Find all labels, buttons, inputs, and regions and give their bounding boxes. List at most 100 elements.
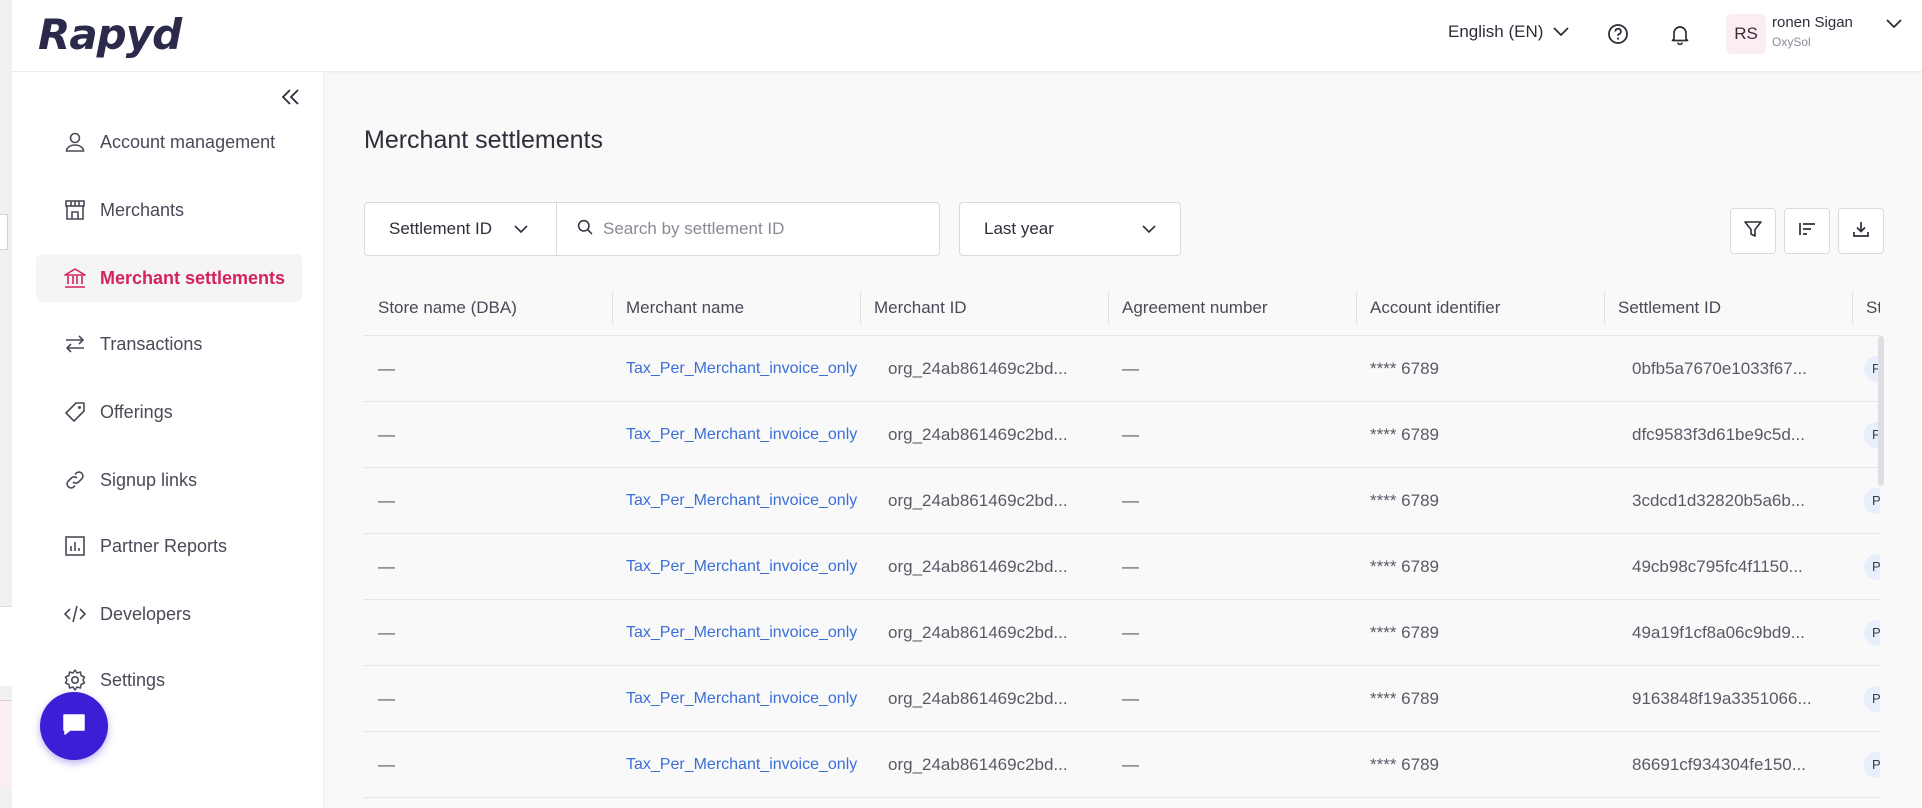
sidebar-item-account-management[interactable]: Account management	[36, 118, 302, 166]
table-row[interactable]: — Tax_Per_Merchant_invoice_only org_24ab…	[364, 534, 1880, 600]
status-badge: P	[1864, 553, 1880, 580]
avatar[interactable]: RS	[1726, 14, 1766, 54]
account-identifier-cell: **** 6789	[1370, 424, 1440, 444]
sidebar-item-offerings[interactable]: Offerings	[36, 388, 302, 436]
sidebar-item-label: Developers	[100, 603, 192, 624]
table-row[interactable]: — Tax_Per_Merchant_invoice_only org_24ab…	[364, 402, 1880, 468]
collapse-sidebar-icon[interactable]	[278, 84, 304, 110]
status-cell: P	[1852, 619, 1880, 646]
merchant-name-link[interactable]: Tax_Per_Merchant_invoice_only	[612, 558, 860, 576]
sidebar-item-label: Merchant settlements	[100, 267, 286, 288]
settlement-id-cell: 3cdcd1d32820b5a6b...	[1632, 490, 1805, 510]
column-header[interactable]: Store name (DBA)	[364, 280, 612, 336]
column-header[interactable]: Account identifier	[1356, 280, 1604, 336]
column-header[interactable]: Settlement ID	[1604, 280, 1852, 336]
settlement-id-cell: dfc9583f3d61be9c5d...	[1632, 424, 1805, 444]
sidebar-item-merchants[interactable]: Merchants	[36, 186, 302, 234]
store-name-cell: —	[378, 556, 395, 576]
store-name-cell: —	[378, 358, 395, 378]
sidebar-item-signup-links[interactable]: Signup links	[36, 456, 302, 504]
user-name[interactable]: ronen Sigan	[1772, 14, 1853, 31]
page-title: Merchant settlements	[364, 126, 603, 154]
download-icon	[1851, 219, 1871, 244]
settlement-id-cell: 49cb98c795fc4f1150...	[1632, 556, 1803, 576]
chevron-down-icon	[1553, 22, 1570, 42]
merchant-name-link[interactable]: Tax_Per_Merchant_invoice_only	[612, 756, 860, 774]
search-input-wrapper	[557, 203, 939, 255]
language-selector[interactable]: English (EN)	[1448, 22, 1570, 42]
table-header: Store name (DBA) Merchant name Merchant …	[364, 280, 1880, 336]
filter-button[interactable]	[1730, 208, 1776, 254]
merchant-id-cell: org_24ab861469c2bd...	[888, 424, 1068, 444]
search-field-label: Settlement ID	[389, 219, 492, 238]
chevron-down-icon[interactable]	[1886, 16, 1902, 34]
background-fragment	[0, 214, 8, 250]
chart-icon	[62, 533, 88, 559]
chat-button[interactable]	[40, 692, 108, 760]
table-row[interactable]: — Tax_Per_Merchant_invoice_only org_24ab…	[364, 336, 1880, 402]
agreement-number-cell: —	[1122, 556, 1139, 576]
merchant-name-link[interactable]: Tax_Per_Merchant_invoice_only	[612, 360, 860, 378]
sidebar-item-developers[interactable]: Developers	[36, 590, 302, 638]
status-cell: P	[1852, 685, 1880, 712]
bank-icon	[62, 265, 88, 291]
column-header[interactable]: Agreement number	[1108, 280, 1356, 336]
agreement-number-cell: —	[1122, 754, 1139, 774]
sidebar-item-merchant-settlements[interactable]: Merchant settlements	[36, 254, 302, 302]
settlements-table: Store name (DBA) Merchant name Merchant …	[364, 280, 1880, 808]
gear-icon	[62, 667, 88, 693]
user-org: OxySol	[1772, 35, 1811, 49]
merchant-name-link[interactable]: Tax_Per_Merchant_invoice_only	[612, 426, 860, 444]
column-header[interactable]: Sta	[1852, 280, 1880, 336]
chevron-down-icon	[514, 219, 528, 239]
table-row[interactable]: — Tax_Per_Merchant_invoice_only org_24ab…	[364, 468, 1880, 534]
status-cell: P	[1852, 487, 1880, 514]
sidebar-item-label: Offerings	[100, 401, 173, 422]
merchant-name-link[interactable]: Tax_Per_Merchant_invoice_only	[612, 624, 860, 642]
store-icon	[62, 197, 88, 223]
chat-icon	[60, 710, 88, 743]
table-scrollbar[interactable]	[1878, 336, 1884, 486]
merchant-name-link[interactable]: Tax_Per_Merchant_invoice_only	[612, 690, 860, 708]
table-row[interactable]: — Tax_Per_Merchant_invoice_only org_24ab…	[364, 666, 1880, 732]
date-range-label: Last year	[984, 219, 1054, 238]
sort-icon	[1797, 219, 1817, 244]
sidebar-item-transactions[interactable]: Transactions	[36, 320, 302, 368]
status-badge: P	[1864, 487, 1880, 514]
table-body: — Tax_Per_Merchant_invoice_only org_24ab…	[364, 336, 1880, 798]
link-icon	[62, 467, 88, 493]
account-identifier-cell: **** 6789	[1370, 754, 1440, 774]
store-name-cell: —	[378, 688, 395, 708]
table-row[interactable]: — Tax_Per_Merchant_invoice_only org_24ab…	[364, 600, 1880, 666]
rapyd-logo[interactable]: Rapyd	[38, 10, 182, 59]
date-range-select[interactable]: Last year	[959, 202, 1181, 256]
agreement-number-cell: —	[1122, 622, 1139, 642]
merchant-id-cell: org_24ab861469c2bd...	[888, 358, 1068, 378]
search-bar: Settlement ID	[364, 202, 940, 256]
help-icon[interactable]	[1604, 20, 1632, 48]
search-field-select[interactable]: Settlement ID	[365, 203, 557, 255]
search-input[interactable]	[603, 219, 923, 239]
sort-button[interactable]	[1784, 208, 1830, 254]
settlement-id-cell: 86691cf934304fe150...	[1632, 754, 1806, 774]
column-header[interactable]: Merchant ID	[860, 280, 1108, 336]
store-name-cell: —	[378, 622, 395, 642]
merchant-id-cell: org_24ab861469c2bd...	[888, 490, 1068, 510]
agreement-number-cell: —	[1122, 424, 1139, 444]
sidebar-item-partner-reports[interactable]: Partner Reports	[36, 522, 302, 570]
download-button[interactable]	[1838, 208, 1884, 254]
status-cell: P	[1852, 355, 1880, 382]
sidebar-item-label: Partner Reports	[100, 535, 228, 556]
store-name-cell: —	[378, 490, 395, 510]
column-header[interactable]: Merchant name	[612, 280, 860, 336]
bell-icon[interactable]	[1666, 20, 1694, 48]
merchant-id-cell: org_24ab861469c2bd...	[888, 622, 1068, 642]
sidebar-item-label: Transactions	[100, 333, 203, 354]
status-badge: P	[1864, 619, 1880, 646]
chevron-down-icon	[1142, 219, 1156, 239]
background-fragment	[0, 606, 12, 686]
table-row[interactable]: — Tax_Per_Merchant_invoice_only org_24ab…	[364, 732, 1880, 798]
agreement-number-cell: —	[1122, 490, 1139, 510]
merchant-name-link[interactable]: Tax_Per_Merchant_invoice_only	[612, 492, 860, 510]
sidebar-item-label: Settings	[100, 669, 166, 690]
